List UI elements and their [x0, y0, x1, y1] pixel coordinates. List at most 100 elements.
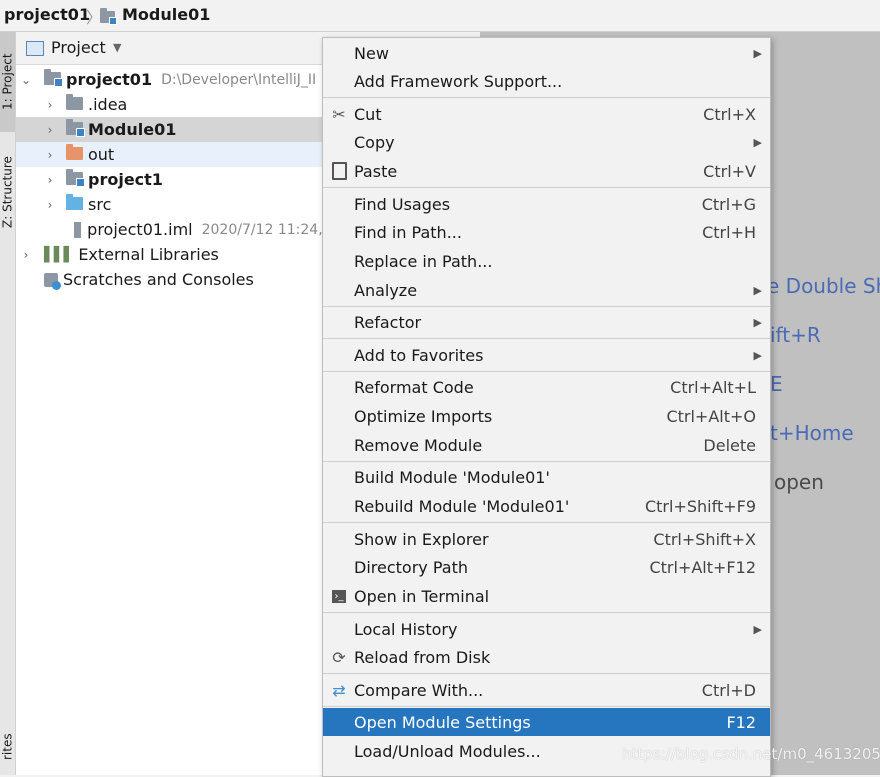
menu-item-show-in-explorer[interactable]: Show in Explorer Ctrl+Shift+X [323, 525, 770, 553]
module-folder-icon [44, 69, 66, 89]
breadcrumb: project01 〉 Module01 [0, 0, 880, 32]
chevron-down-icon[interactable]: ▼ [113, 41, 121, 54]
tree-item-out[interactable]: › out [16, 142, 336, 167]
menu-item-build-module[interactable]: Build Module 'Module01' [323, 463, 770, 491]
editor-hint-search: e Double Sh [767, 274, 880, 298]
menu-item-new[interactable]: New ▶ [323, 39, 770, 67]
source-folder-icon [66, 194, 88, 214]
menu-separator [323, 706, 770, 707]
terminal-icon: ›_ [329, 586, 349, 606]
menu-item-label: Reformat Code [354, 377, 474, 397]
module-folder-icon [100, 8, 120, 27]
tree-item-label: project01.iml [87, 220, 193, 239]
project-view-title[interactable]: Project [51, 38, 106, 57]
project-view-icon [26, 41, 44, 56]
breadcrumb-project[interactable]: project01 [4, 5, 90, 24]
menu-separator [323, 97, 770, 98]
menu-item-reformat-code[interactable]: Reformat Code Ctrl+Alt+L [323, 373, 770, 401]
tree-item-label: project01 [66, 70, 153, 89]
tree-item-label: src [88, 195, 112, 214]
collapsed-arrow-icon[interactable]: › [44, 148, 56, 162]
structure-tool-tab[interactable]: Z: Structure [0, 142, 15, 242]
submenu-arrow-icon: ▶ [753, 46, 762, 60]
tree-item-external-libraries[interactable]: › ▌▌▌ External Libraries [16, 242, 336, 267]
menu-separator [323, 673, 770, 674]
collapsed-arrow-icon[interactable]: › [20, 248, 32, 262]
tree-item-label: .idea [88, 95, 128, 114]
menu-item-shortcut: Ctrl+X [703, 104, 756, 124]
menu-item-remove-module[interactable]: Remove Module Delete [323, 431, 770, 459]
tree-item-date: 2020/7/12 11:24, 4 [201, 221, 336, 238]
menu-item-label: Remove Module [354, 435, 483, 455]
submenu-arrow-icon: ▶ [753, 622, 762, 636]
menu-separator [323, 612, 770, 613]
menu-item-copy[interactable]: Copy ▶ [323, 128, 770, 156]
menu-item-label: Load/Unload Modules... [354, 741, 541, 761]
menu-item-shortcut: Ctrl+G [701, 194, 756, 214]
submenu-arrow-icon: ▶ [753, 315, 762, 329]
hint-text: e Double Sh [767, 274, 880, 298]
menu-item-shortcut: Ctrl+H [702, 222, 756, 242]
tool-window-strip: 1: Project Z: Structure rites [0, 32, 16, 775]
tree-item-scratches[interactable]: Scratches and Consoles [16, 267, 336, 292]
menu-item-analyze[interactable]: Analyze ▶ [323, 276, 770, 304]
menu-item-shortcut: Ctrl+Alt+O [666, 406, 756, 426]
menu-item-local-history[interactable]: Local History ▶ [323, 615, 770, 643]
watermark: https://blog.csdn.net/m0_46132054 [622, 745, 880, 763]
menu-item-optimize-imports[interactable]: Optimize Imports Ctrl+Alt+O [323, 402, 770, 430]
submenu-arrow-icon: ▶ [753, 283, 762, 297]
menu-item-reload-from-disk[interactable]: ⟳ Reload from Disk [323, 643, 770, 671]
breadcrumb-module[interactable]: Module01 [122, 5, 210, 24]
menu-item-label: Directory Path [354, 557, 468, 577]
reload-icon: ⟳ [332, 647, 346, 667]
tree-item-project01[interactable]: ⌄ project01 D:\Developer\IntelliJ_II [16, 67, 336, 92]
menu-item-open-in-terminal[interactable]: ›_ Open in Terminal [323, 582, 770, 610]
menu-item-refactor[interactable]: Refactor ▶ [323, 308, 770, 336]
menu-item-label: Add Framework Support... [354, 71, 563, 91]
tree-item-module01[interactable]: › Module01 [16, 117, 336, 142]
tree-item-label: out [88, 145, 115, 164]
menu-item-paste[interactable]: Paste Ctrl+V [323, 157, 770, 185]
menu-item-label: Add to Favorites [354, 345, 484, 365]
menu-item-cut[interactable]: ✂ Cut Ctrl+X [323, 100, 770, 128]
menu-item-label: Analyze [354, 280, 418, 300]
menu-item-directory-path[interactable]: Directory Path Ctrl+Alt+F12 [323, 553, 770, 581]
tree-item-label: External Libraries [78, 245, 219, 264]
collapsed-arrow-icon[interactable]: › [44, 173, 56, 187]
menu-item-label: Paste [354, 161, 398, 181]
collapsed-arrow-icon[interactable]: › [44, 198, 56, 212]
menu-item-add-framework-support[interactable]: Add Framework Support... [323, 67, 770, 95]
menu-item-shortcut: Ctrl+D [701, 680, 756, 700]
menu-item-label: Compare With... [354, 680, 484, 700]
menu-separator [323, 461, 770, 462]
menu-separator [323, 306, 770, 307]
favorites-tool-tab[interactable]: rites [0, 722, 15, 772]
menu-item-open-module-settings[interactable]: Open Module Settings F12 [323, 708, 770, 736]
menu-separator [323, 338, 770, 339]
menu-item-label: Reload from Disk [354, 647, 491, 667]
context-menu: New ▶ Add Framework Support... ✂ Cut Ctrl+X… [322, 37, 771, 777]
menu-item-find-usages[interactable]: Find Usages Ctrl+G [323, 190, 770, 218]
project-tool-tab[interactable]: 1: Project [0, 32, 15, 132]
collapsed-arrow-icon[interactable]: › [44, 98, 56, 112]
menu-item-replace-in-path[interactable]: Replace in Path... [323, 247, 770, 275]
menu-separator [323, 371, 770, 372]
menu-item-label: Rebuild Module 'Module01' [354, 496, 570, 516]
project-panel-header: Project ▼ [16, 32, 336, 65]
menu-item-shortcut: F12 [726, 712, 756, 732]
excluded-folder-icon [66, 144, 88, 164]
tree-item-iml[interactable]: project01.iml 2020/7/12 11:24, 4 [16, 217, 336, 242]
menu-item-shortcut: Ctrl+Shift+F9 [644, 496, 756, 516]
collapsed-arrow-icon[interactable]: › [44, 123, 56, 137]
tree-item-label: Module01 [88, 120, 177, 139]
menu-item-find-in-path[interactable]: Find in Path... Ctrl+H [323, 218, 770, 246]
menu-item-label: Find in Path... [354, 222, 462, 242]
menu-item-rebuild-module[interactable]: Rebuild Module 'Module01' Ctrl+Shift+F9 [323, 492, 770, 520]
menu-item-add-to-favorites[interactable]: Add to Favorites ▶ [323, 341, 770, 369]
menu-separator [323, 187, 770, 188]
menu-item-compare-with[interactable]: ⇄ Compare With... Ctrl+D [323, 676, 770, 704]
tree-item-src[interactable]: › src [16, 192, 336, 217]
tree-item-project1[interactable]: › project1 [16, 167, 336, 192]
expand-arrow-icon[interactable]: ⌄ [20, 73, 32, 87]
tree-item-idea[interactable]: › .idea [16, 92, 336, 117]
